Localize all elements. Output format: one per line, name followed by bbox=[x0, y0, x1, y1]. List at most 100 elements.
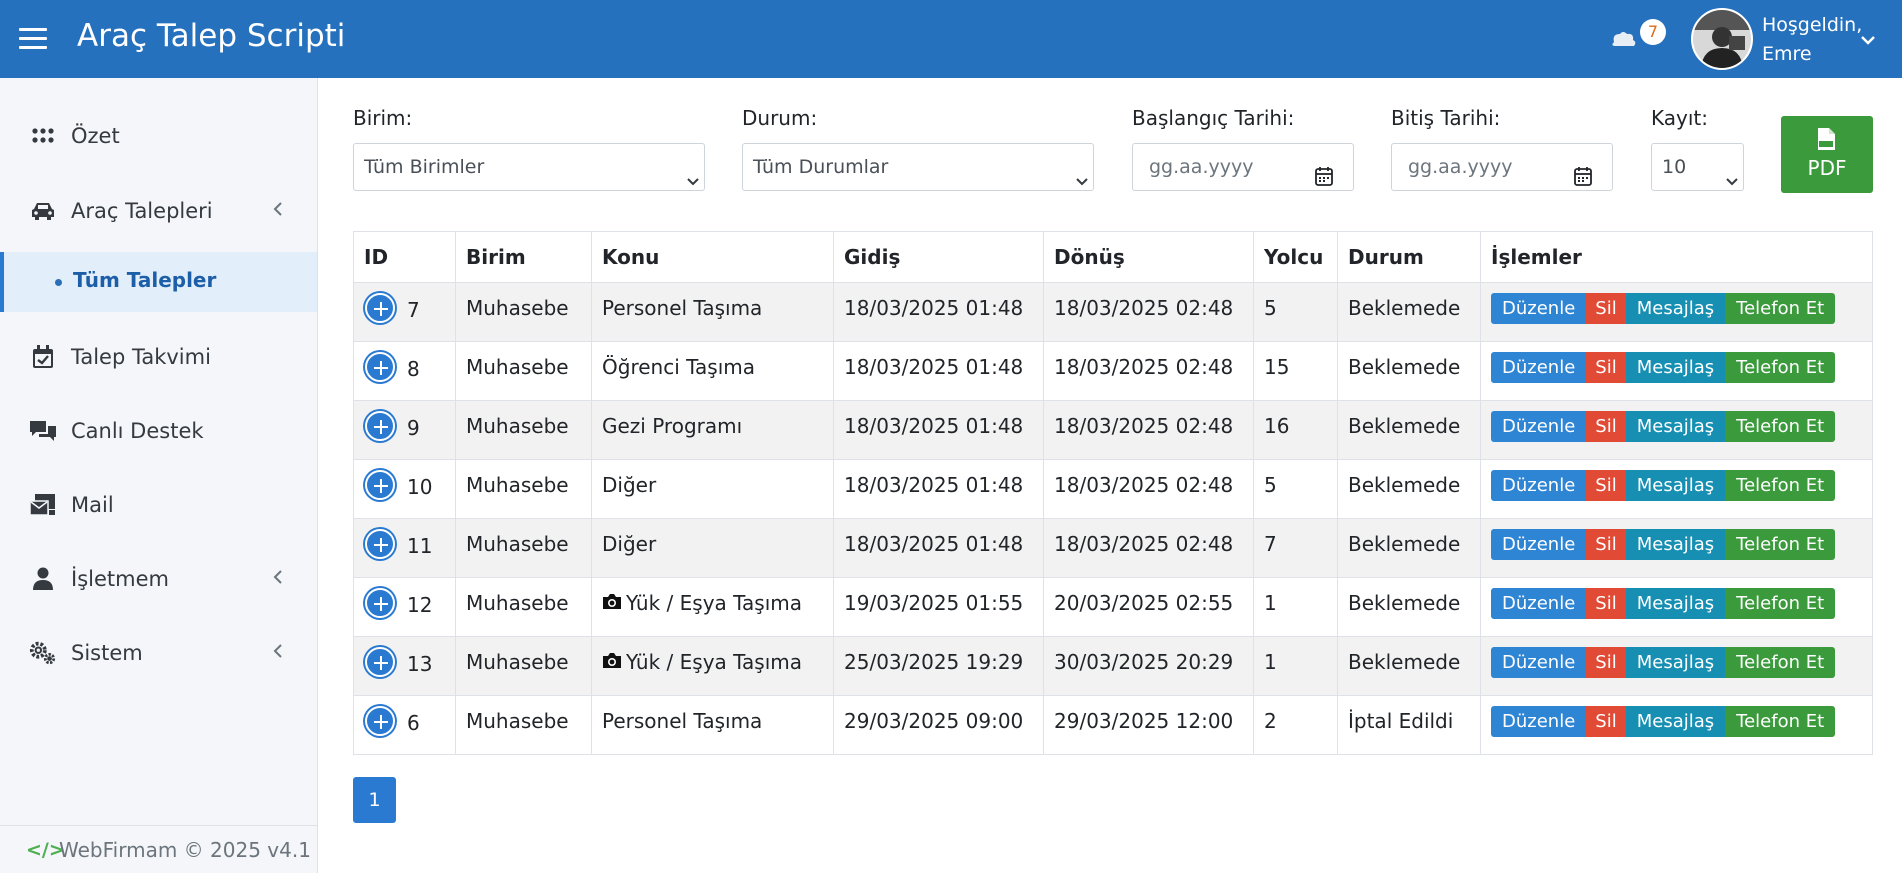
call-button[interactable]: Telefon Et bbox=[1725, 293, 1836, 324]
row-id: 7 bbox=[407, 297, 420, 322]
message-button[interactable]: Mesajlaş bbox=[1625, 529, 1726, 560]
message-button[interactable]: Mesajlaş bbox=[1625, 352, 1726, 383]
cell-unit: Muhasebe bbox=[455, 459, 592, 519]
sidebar-item-label: Özet bbox=[71, 124, 120, 148]
call-button[interactable]: Telefon Et bbox=[1725, 588, 1836, 619]
cell-passengers: 7 bbox=[1253, 518, 1338, 578]
calendar-icon[interactable] bbox=[1315, 157, 1333, 203]
call-button[interactable]: Telefon Et bbox=[1725, 470, 1836, 501]
call-button[interactable]: Telefon Et bbox=[1725, 529, 1836, 560]
cell-id: 9 bbox=[353, 400, 456, 460]
table-row: 12 Muhasebe Yük / Eşya Taşıma 19/03/2025 01… bbox=[353, 577, 1873, 637]
expand-plus-icon[interactable] bbox=[365, 470, 395, 500]
delete-button[interactable]: Sil bbox=[1586, 529, 1626, 560]
call-button[interactable]: Telefon Et bbox=[1725, 352, 1836, 383]
cell-depart: 18/03/2025 01:48 bbox=[833, 518, 1044, 578]
calendar-icon[interactable] bbox=[1574, 157, 1592, 203]
cell-subject: Öğrenci Taşıma bbox=[591, 341, 834, 401]
app-title: Araç Talep Scripti bbox=[77, 18, 346, 54]
edit-button[interactable]: Düzenle bbox=[1491, 529, 1587, 560]
message-button[interactable]: Mesajlaş bbox=[1625, 411, 1726, 442]
delete-button[interactable]: Sil bbox=[1586, 706, 1626, 737]
edit-button[interactable]: Düzenle bbox=[1491, 411, 1587, 442]
chevron-down-icon[interactable] bbox=[1860, 30, 1876, 49]
sidebar-item-canli-destek[interactable]: Canlı Destek bbox=[0, 401, 317, 461]
delete-button[interactable]: Sil bbox=[1586, 411, 1626, 442]
sidebar-item-ozet[interactable]: Özet bbox=[0, 106, 317, 166]
expand-plus-icon[interactable] bbox=[365, 706, 395, 736]
column-header[interactable]: ID bbox=[353, 231, 456, 283]
message-button[interactable]: Mesajlaş bbox=[1625, 647, 1726, 678]
column-header[interactable]: Birim bbox=[455, 231, 592, 283]
cell-passengers: 5 bbox=[1253, 282, 1338, 342]
sidebar-item-mail[interactable]: Mail bbox=[0, 475, 317, 535]
column-header[interactable]: Yolcu bbox=[1253, 231, 1338, 283]
cell-return: 18/03/2025 02:48 bbox=[1043, 459, 1254, 519]
delete-button[interactable]: Sil bbox=[1586, 352, 1626, 383]
sidebar-item-label: Sistem bbox=[71, 641, 143, 665]
column-header[interactable]: Gidiş bbox=[833, 231, 1044, 283]
expand-plus-icon[interactable] bbox=[365, 647, 395, 677]
sidebar-item-sistem[interactable]: Sistem bbox=[0, 623, 317, 683]
footer-text: WebFirmam © 2025 v4.1 bbox=[59, 838, 311, 862]
edit-button[interactable]: Düzenle bbox=[1491, 293, 1587, 324]
delete-button[interactable]: Sil bbox=[1586, 470, 1626, 501]
chevron-left-icon bbox=[273, 569, 283, 589]
message-button[interactable]: Mesajlaş bbox=[1625, 588, 1726, 619]
end-date-input[interactable]: gg.aa.yyyy bbox=[1391, 143, 1613, 191]
avatar[interactable] bbox=[1691, 8, 1753, 70]
cell-actions: Düzenle Sil Mesajlaş Telefon Et bbox=[1480, 282, 1873, 342]
cell-unit: Muhasebe bbox=[455, 341, 592, 401]
sidebar-item-talep-takvimi[interactable]: Talep Takvimi bbox=[0, 327, 317, 387]
edit-button[interactable]: Düzenle bbox=[1491, 647, 1587, 678]
call-button[interactable]: Telefon Et bbox=[1725, 411, 1836, 442]
expand-plus-icon[interactable] bbox=[365, 411, 395, 441]
status-select[interactable]: Tüm Durumlar bbox=[742, 143, 1094, 191]
unit-select[interactable]: Tüm Birimler bbox=[353, 143, 705, 191]
message-button[interactable]: Mesajlaş bbox=[1625, 293, 1726, 324]
car-icon bbox=[29, 197, 57, 225]
cell-actions: Düzenle Sil Mesajlaş Telefon Et bbox=[1480, 636, 1873, 696]
records-select[interactable]: 10 bbox=[1651, 143, 1744, 191]
cell-return: 18/03/2025 02:48 bbox=[1043, 400, 1254, 460]
cell-actions: Düzenle Sil Mesajlaş Telefon Et bbox=[1480, 695, 1873, 755]
edit-button[interactable]: Düzenle bbox=[1491, 470, 1587, 501]
row-id: 13 bbox=[407, 651, 433, 676]
expand-plus-icon[interactable] bbox=[365, 352, 395, 382]
hamburger-menu-icon[interactable] bbox=[19, 28, 47, 50]
cell-id: 8 bbox=[353, 341, 456, 401]
message-button[interactable]: Mesajlaş bbox=[1625, 706, 1726, 737]
cell-subject: Yük / Eşya Taşıma bbox=[591, 577, 834, 637]
edit-button[interactable]: Düzenle bbox=[1491, 588, 1587, 619]
user-greeting[interactable]: Hoşgeldin, Emre bbox=[1762, 11, 1862, 69]
call-button[interactable]: Telefon Et bbox=[1725, 706, 1836, 737]
unit-select-value: Tüm Birimler bbox=[364, 156, 485, 178]
delete-button[interactable]: Sil bbox=[1586, 588, 1626, 619]
cell-subject: Diğer bbox=[591, 459, 834, 519]
edit-button[interactable]: Düzenle bbox=[1491, 352, 1587, 383]
message-button[interactable]: Mesajlaş bbox=[1625, 470, 1726, 501]
column-header[interactable]: Dönüş bbox=[1043, 231, 1254, 283]
notification-bell-icon[interactable] bbox=[1608, 22, 1644, 56]
sidebar-item-label: Tüm Talepler bbox=[73, 268, 217, 292]
pdf-export-button[interactable]: PDF bbox=[1781, 116, 1873, 193]
delete-button[interactable]: Sil bbox=[1586, 647, 1626, 678]
delete-button[interactable]: Sil bbox=[1586, 293, 1626, 324]
gears-icon bbox=[29, 639, 57, 667]
sidebar-item-arac-talepleri[interactable]: Araç Talepleri bbox=[0, 181, 317, 241]
expand-plus-icon[interactable] bbox=[365, 588, 395, 618]
cell-status: Beklemede bbox=[1337, 577, 1481, 637]
expand-plus-icon[interactable] bbox=[365, 293, 395, 323]
cell-subject: Gezi Programı bbox=[591, 400, 834, 460]
column-header[interactable]: Konu bbox=[591, 231, 834, 283]
expand-plus-icon[interactable] bbox=[365, 529, 395, 559]
call-button[interactable]: Telefon Et bbox=[1725, 647, 1836, 678]
column-header[interactable]: Durum bbox=[1337, 231, 1481, 283]
start-date-input[interactable]: gg.aa.yyyy bbox=[1132, 143, 1354, 191]
cell-id: 11 bbox=[353, 518, 456, 578]
sidebar-item-tum-talepler[interactable]: Tüm Talepler bbox=[0, 252, 317, 312]
sidebar-item-isletmem[interactable]: İşletmem bbox=[0, 549, 317, 609]
edit-button[interactable]: Düzenle bbox=[1491, 706, 1587, 737]
pagination-page-1[interactable]: 1 bbox=[353, 777, 396, 823]
cell-unit: Muhasebe bbox=[455, 577, 592, 637]
